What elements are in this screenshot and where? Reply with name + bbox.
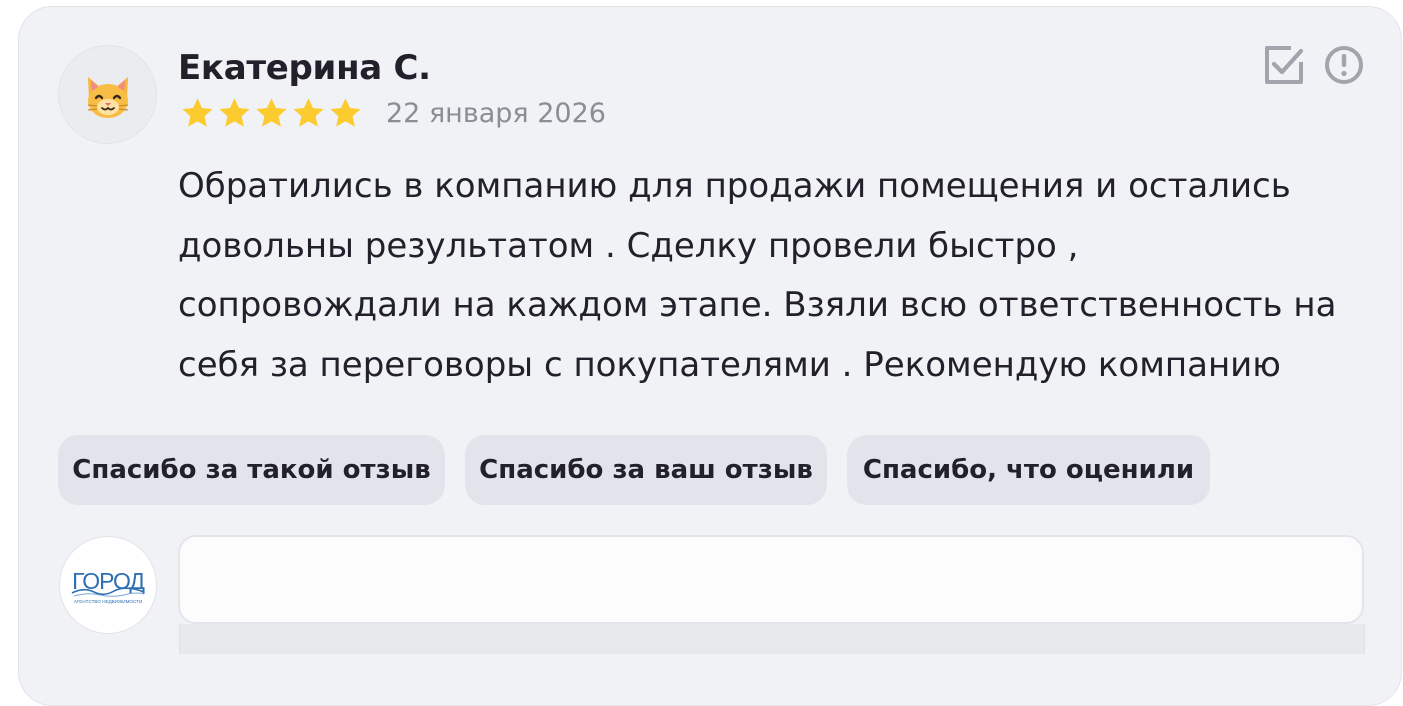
star-icon — [182, 98, 213, 127]
reply-toolbar — [179, 624, 1365, 654]
reviewer-avatar — [58, 45, 157, 144]
quick-reply-chip[interactable]: Спасибо за ваш отзыв — [465, 435, 827, 505]
review-text: Обратились в компанию для продажи помеще… — [178, 166, 1337, 385]
quick-reply-chip[interactable]: Спасибо, что оценили — [847, 435, 1210, 505]
star-icon — [256, 98, 287, 127]
cat-face-icon — [87, 76, 128, 118]
reply-input[interactable] — [178, 535, 1364, 624]
quick-reply-chip[interactable]: Спасибо за такой отзыв — [58, 435, 445, 505]
report-button[interactable] — [1322, 43, 1366, 87]
star-icon — [219, 98, 250, 127]
rating-stars — [180, 96, 363, 132]
mark-answered-button[interactable] — [1262, 43, 1306, 87]
company-logo-subtext: АГЕНТСТВО НЕДВИЖИМОСТИ — [74, 599, 143, 604]
alert-circle-icon — [1325, 46, 1363, 84]
review-date: 22 января 2026 — [386, 98, 606, 129]
star-icon — [330, 98, 361, 127]
reviewer-name: Екатерина С. — [178, 48, 431, 88]
star-icon — [293, 98, 324, 127]
company-logo: ГОРОД АГЕНТСТВО НЕДВИЖИМОСТИ — [59, 536, 157, 634]
checkbox-edit-icon — [1265, 46, 1304, 84]
